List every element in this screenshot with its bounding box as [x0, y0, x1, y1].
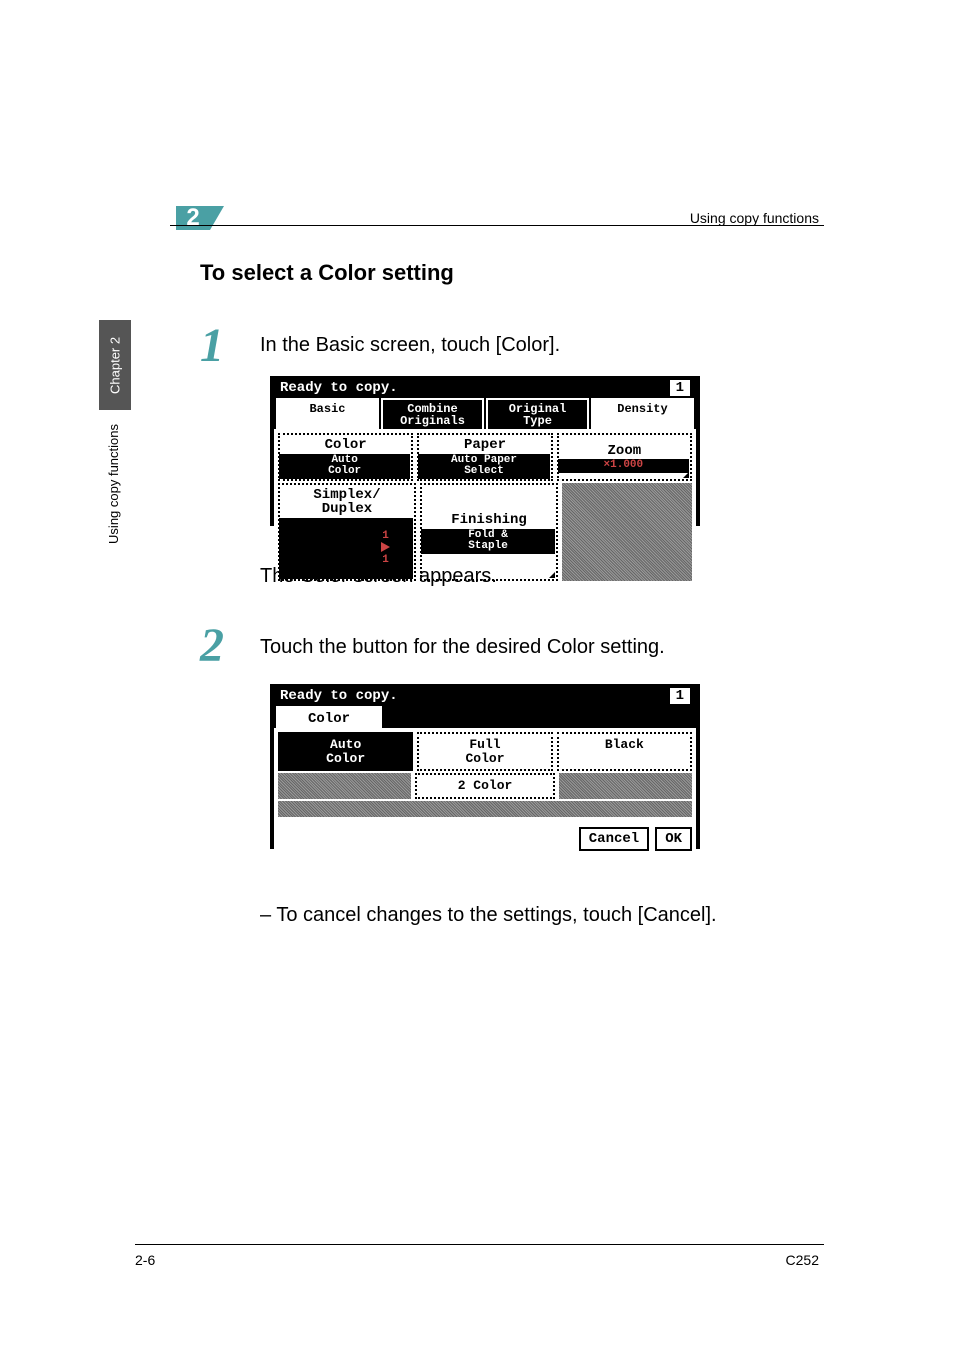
lcd-status-2: Ready to copy.: [280, 688, 398, 704]
arrow-icon: [381, 542, 390, 552]
step-1-after: The Color screen appears.: [260, 565, 497, 588]
lcd-blank-cell: [278, 773, 411, 799]
lcd-tab-basic[interactable]: Basic: [276, 398, 379, 429]
lcd-basic-screen: Ready to copy. 1 Basic Combine Originals…: [270, 376, 700, 526]
step-2-note: – To cancel changes to the settings, tou…: [260, 900, 717, 930]
lcd-btn-finishing-label: Finishing: [451, 513, 527, 528]
lcd-blank-cell: [278, 801, 692, 817]
running-header: Using copy functions: [690, 210, 819, 226]
lcd-btn-zoom-label: Zoom: [608, 444, 642, 459]
lcd-ok-button[interactable]: OK: [655, 827, 692, 851]
lcd-status: Ready to copy.: [280, 380, 398, 396]
side-chapter-tab: Chapter 2: [99, 320, 131, 410]
lcd-opt-full-color[interactable]: Full Color: [417, 732, 552, 771]
lcd-btn-color-sub: Auto Color: [279, 454, 410, 479]
chapter-number-badge: 2: [176, 206, 210, 230]
lcd-tab-combine[interactable]: Combine Originals: [381, 398, 484, 429]
lcd-tab-density[interactable]: Density: [591, 398, 694, 429]
lcd-tab-original[interactable]: Original Type: [486, 398, 589, 429]
lcd-opt-auto-color[interactable]: Auto Color: [278, 732, 413, 771]
lcd-btn-color[interactable]: Color Auto Color: [278, 433, 413, 481]
footer-model: C252: [786, 1252, 819, 1268]
lcd-blank-cell: [559, 773, 692, 799]
lcd-btn-zoom-sub: ×1.000: [558, 459, 689, 473]
step-2-text: Touch the button for the desired Color s…: [260, 636, 665, 659]
lcd-btn-paper-label: Paper: [464, 438, 506, 453]
lcd-opt-black[interactable]: Black: [557, 732, 692, 771]
footer-rule: [135, 1244, 824, 1245]
header-rule: [170, 225, 824, 226]
lcd-btn-simplex-label: Simplex/ Duplex: [313, 488, 380, 517]
lcd-btn-color-label: Color: [325, 438, 367, 453]
lcd-cancel-button[interactable]: Cancel: [579, 827, 649, 851]
lcd-tab-color[interactable]: Color: [276, 706, 382, 728]
section-heading: To select a Color setting: [200, 260, 454, 286]
lcd-btn-finishing-sub: Fold & Staple: [421, 529, 555, 554]
footer-page-number: 2-6: [135, 1252, 155, 1268]
side-section-label: Using copy functions: [106, 424, 121, 544]
lcd-color-screen: Ready to copy. 1 Color Auto Color Full C…: [270, 684, 700, 849]
lcd-opt-two-color[interactable]: 2 Color: [415, 773, 556, 799]
lcd-counter-2: 1: [670, 688, 690, 704]
lcd-btn-paper[interactable]: Paper Auto Paper Select: [417, 433, 552, 481]
lcd-btn-zoom[interactable]: Zoom ×1.000: [557, 433, 692, 481]
lcd-counter: 1: [670, 380, 690, 396]
step-1-text: In the Basic screen, touch [Color].: [260, 334, 560, 357]
lcd-blank-cell: [562, 483, 692, 581]
step-1-number: 1: [200, 318, 224, 373]
step-2-number: 2: [200, 618, 224, 673]
lcd-btn-paper-sub: Auto Paper Select: [418, 454, 549, 479]
chapter-badge-decoration: [210, 206, 224, 230]
